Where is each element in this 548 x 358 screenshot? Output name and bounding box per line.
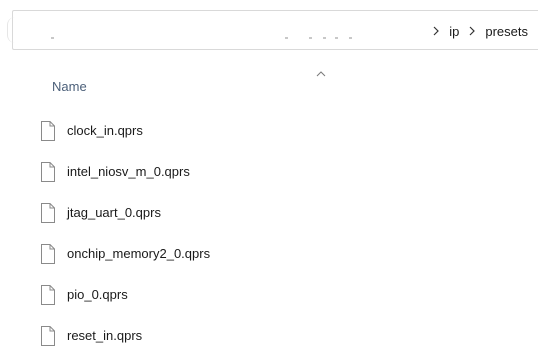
list-item[interactable]: onchip_memory2_0.qprs [36, 233, 526, 274]
file-name: reset_in.qprs [67, 328, 143, 343]
file-icon [41, 120, 55, 141]
address-bar-obscured-path [13, 37, 373, 43]
file-name: pio_0.qprs [67, 287, 128, 302]
file-name: jtag_uart_0.qprs [67, 205, 161, 220]
sort-ascending-icon [314, 66, 328, 77]
list-item[interactable]: pio_0.qprs [36, 274, 526, 315]
file-icon [41, 202, 55, 223]
file-icon [41, 325, 55, 346]
file-icon [41, 243, 55, 264]
file-icon [41, 284, 55, 305]
column-header-label: Name [52, 79, 87, 94]
breadcrumb: ip presets [425, 11, 530, 51]
chevron-right-icon[interactable] [464, 21, 480, 41]
list-item[interactable]: clock_in.qprs [36, 110, 526, 151]
file-name: onchip_memory2_0.qprs [67, 246, 211, 261]
file-explorer-window: ip presets Name clock_in.qprs intel_nios… [0, 0, 548, 358]
list-item[interactable]: intel_niosv_m_0.qprs [36, 151, 526, 192]
column-header-name[interactable]: Name [38, 66, 528, 110]
file-icon [41, 161, 55, 182]
file-name: intel_niosv_m_0.qprs [67, 164, 190, 179]
address-bar[interactable]: ip presets [7, 10, 538, 51]
file-name: clock_in.qprs [67, 123, 143, 138]
list-item[interactable]: jtag_uart_0.qprs [36, 192, 526, 233]
file-list: clock_in.qprs intel_niosv_m_0.qprs jtag_… [36, 110, 526, 356]
breadcrumb-item-presets[interactable]: presets [483, 22, 530, 41]
breadcrumb-item-ip[interactable]: ip [447, 22, 461, 41]
chevron-right-icon[interactable] [428, 21, 444, 41]
list-item[interactable]: reset_in.qprs [36, 315, 526, 356]
